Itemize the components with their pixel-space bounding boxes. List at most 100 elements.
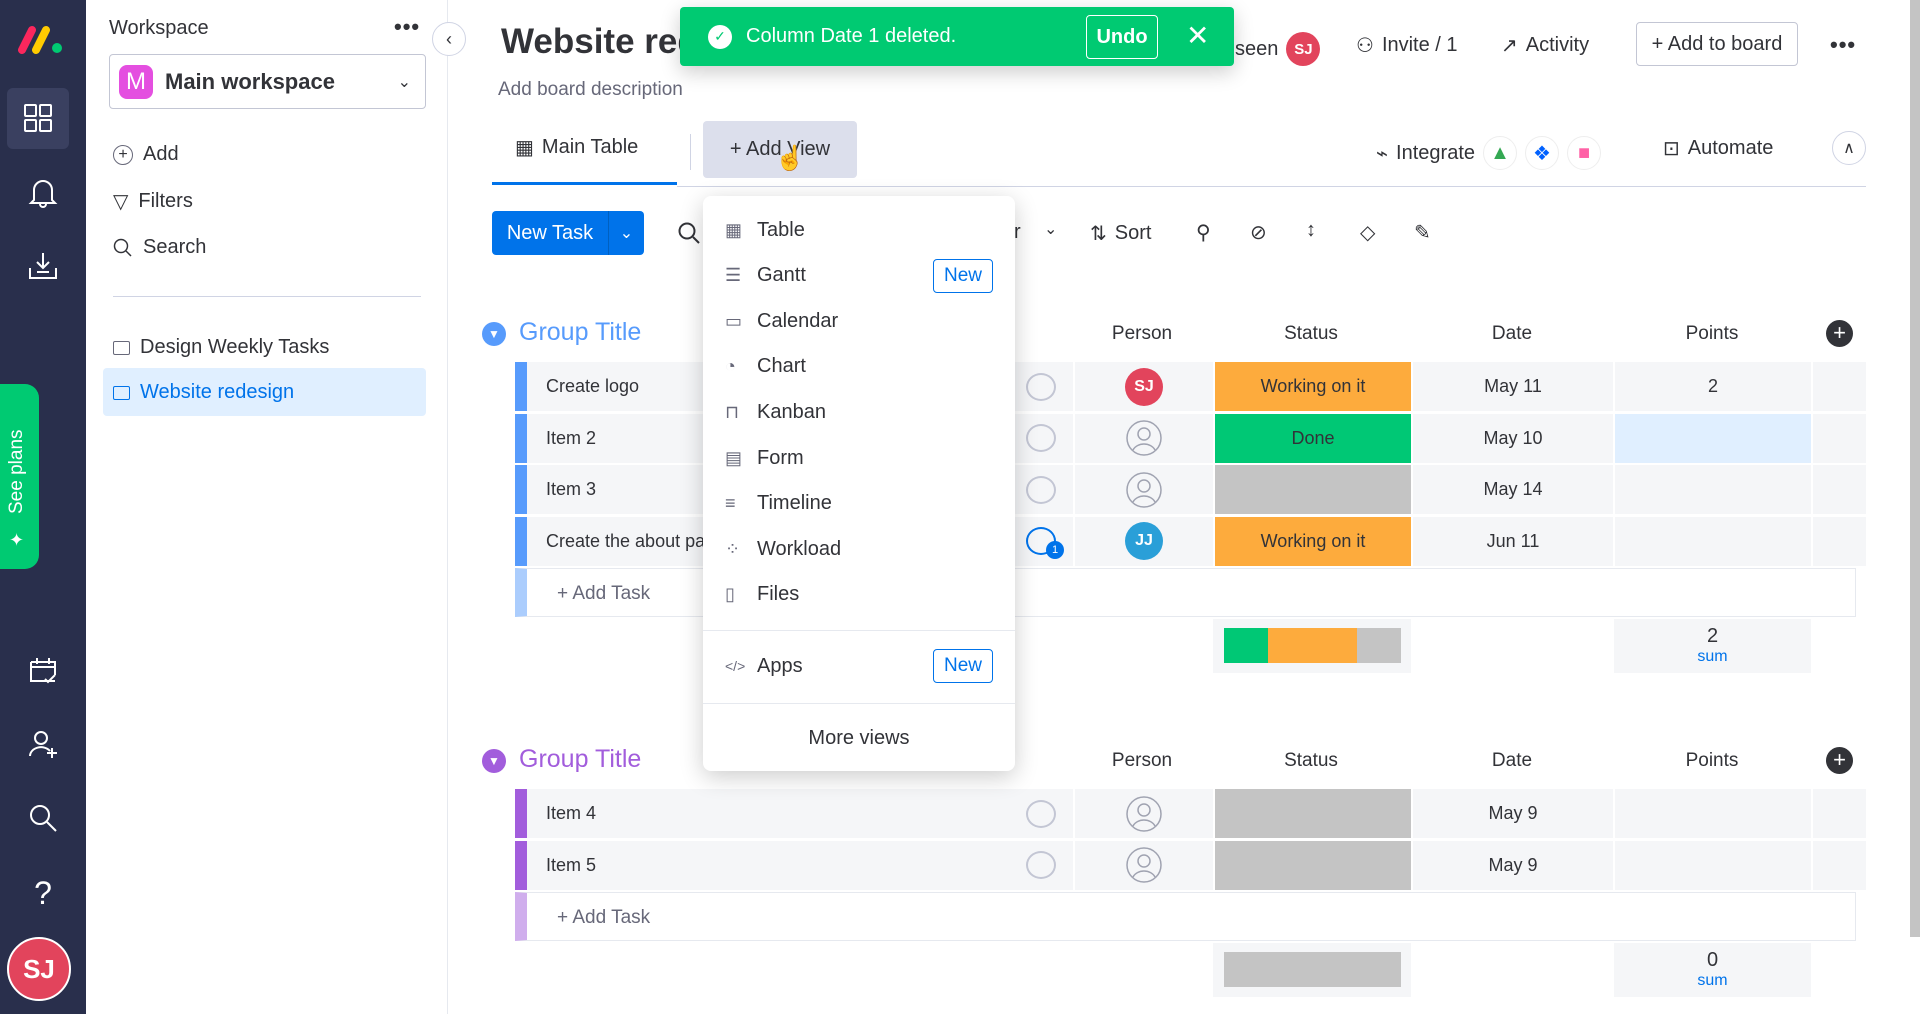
see-plans-button[interactable]: See plans ✦ xyxy=(0,384,39,569)
date-cell[interactable]: May 10 xyxy=(1411,413,1613,463)
item-name[interactable]: Item 5 xyxy=(546,855,596,876)
seen-indicator[interactable]: seen SJ xyxy=(1235,32,1321,66)
item-name[interactable]: Item 3 xyxy=(546,479,596,500)
chevron-down-icon[interactable]: ⌄ xyxy=(609,223,644,243)
status-cell[interactable]: Done xyxy=(1213,413,1411,463)
add-column-icon[interactable]: + xyxy=(1826,747,1853,774)
collapse-header-button[interactable]: ∧ xyxy=(1832,131,1866,165)
person-cell[interactable] xyxy=(1073,413,1213,463)
item-name[interactable]: Create logo xyxy=(546,376,639,397)
menu-item-chart[interactable]: ◔ Chart xyxy=(703,345,1015,389)
updates-button[interactable] xyxy=(1009,789,1073,838)
sidebar-filters[interactable]: ▽ Filters xyxy=(113,189,193,214)
add-task-row[interactable]: + Add Task xyxy=(515,892,1856,941)
activity-button[interactable]: ↗ Activity xyxy=(1501,33,1589,58)
calendar-check-icon[interactable] xyxy=(22,650,64,692)
date-cell[interactable]: Jun 11 xyxy=(1411,516,1613,566)
download-icon[interactable] xyxy=(22,245,64,287)
table-row[interactable]: Item 5 May 9 xyxy=(515,840,1866,890)
eye-off-icon[interactable]: ⊘ xyxy=(1250,220,1267,245)
pin-icon[interactable]: ⚲ xyxy=(1196,220,1211,245)
column-header-date[interactable]: Date xyxy=(1492,750,1532,772)
group-collapse-icon[interactable]: ▼ xyxy=(482,322,506,346)
menu-item-apps[interactable]: </> Apps New xyxy=(703,644,1015,688)
status-cell[interactable]: Working on it xyxy=(1213,362,1411,411)
menu-item-form[interactable]: ▤ Form xyxy=(703,436,1015,480)
board-more-icon[interactable]: ••• xyxy=(1830,32,1856,58)
column-header-date[interactable]: Date xyxy=(1492,323,1532,345)
bell-icon[interactable] xyxy=(22,171,64,213)
scrollbar[interactable] xyxy=(1910,0,1920,937)
table-row[interactable]: Item 4 May 9 xyxy=(515,789,1866,838)
person-cell[interactable]: SJ xyxy=(1073,362,1213,411)
status-summary-done[interactable] xyxy=(1224,628,1269,663)
updates-button[interactable]: 1 xyxy=(1009,516,1073,566)
updates-button[interactable] xyxy=(1009,413,1073,463)
date-cell[interactable]: May 9 xyxy=(1411,840,1613,890)
add-to-board-button[interactable]: + Add to board xyxy=(1636,22,1798,66)
item-name[interactable]: Create the about pa xyxy=(546,531,705,552)
updates-button[interactable] xyxy=(1009,362,1073,411)
workspace-selector[interactable]: M Main workspace ⌄ xyxy=(109,54,426,109)
row-height-icon[interactable]: ↕ xyxy=(1306,219,1316,242)
monday-logo[interactable] xyxy=(16,24,66,54)
group-collapse-icon[interactable]: ▼ xyxy=(482,749,506,773)
collapse-sidebar-button[interactable]: ‹ xyxy=(432,22,466,56)
menu-item-timeline[interactable]: ≡ Timeline xyxy=(703,482,1015,526)
user-avatar[interactable]: SJ xyxy=(7,937,71,1001)
menu-item-calendar[interactable]: ▭ Calendar xyxy=(703,299,1015,343)
person-cell[interactable] xyxy=(1073,840,1213,890)
status-summary-empty[interactable] xyxy=(1224,952,1401,987)
column-header-status[interactable]: Status xyxy=(1284,750,1338,772)
person-filter-partial[interactable]: r xyxy=(1014,221,1021,244)
item-name[interactable]: Item 4 xyxy=(546,803,596,824)
date-cell[interactable]: May 11 xyxy=(1411,362,1613,411)
tab-main-table[interactable]: ▦ Main Table xyxy=(515,135,638,160)
points-cell[interactable]: 2 xyxy=(1613,362,1811,411)
points-cell[interactable] xyxy=(1613,840,1811,890)
workspace-more-icon[interactable]: ••• xyxy=(394,14,420,40)
updates-button[interactable] xyxy=(1009,465,1073,514)
integrate-button[interactable]: ⌁ Integrate ▲ ❖ ■ xyxy=(1376,136,1601,170)
status-summary-empty[interactable] xyxy=(1356,628,1401,663)
person-cell[interactable] xyxy=(1073,789,1213,838)
person-cell[interactable]: JJ xyxy=(1073,516,1213,566)
search-icon[interactable] xyxy=(22,797,64,839)
column-header-status[interactable]: Status xyxy=(1284,323,1338,345)
sidebar-board-design-weekly-tasks[interactable]: Design Weekly Tasks xyxy=(113,336,329,359)
date-cell[interactable]: May 14 xyxy=(1411,465,1613,514)
group-title[interactable]: Group Title xyxy=(519,745,641,774)
points-cell[interactable] xyxy=(1613,413,1811,463)
search-icon[interactable] xyxy=(677,221,701,245)
sidebar-search[interactable]: Search xyxy=(113,236,206,259)
column-header-person[interactable]: Person xyxy=(1112,750,1172,772)
menu-item-workload[interactable]: ⁘ Workload xyxy=(703,527,1015,571)
sidebar-board-website-redesign[interactable]: Website redesign xyxy=(113,381,294,404)
points-cell[interactable] xyxy=(1613,465,1811,514)
menu-item-kanban[interactable]: ⊓ Kanban xyxy=(703,390,1015,434)
status-cell[interactable] xyxy=(1213,840,1411,890)
help-icon[interactable]: ? xyxy=(22,872,64,914)
paint-bucket-icon[interactable]: ◇ xyxy=(1360,220,1375,245)
sidebar-add[interactable]: + Add xyxy=(113,143,179,166)
menu-item-table[interactable]: ▦ Table xyxy=(703,208,1015,252)
status-cell[interactable] xyxy=(1213,465,1411,514)
points-cell[interactable] xyxy=(1613,516,1811,566)
chevron-down-icon[interactable]: ⌄ xyxy=(1044,219,1057,239)
close-icon[interactable]: ✕ xyxy=(1186,19,1209,52)
menu-item-gantt[interactable]: ☰ Gantt New xyxy=(703,254,1015,298)
edit-icon[interactable]: ✎ xyxy=(1414,220,1431,245)
menu-item-files[interactable]: ▯ Files xyxy=(703,573,1015,617)
automate-button[interactable]: ⊡ Automate xyxy=(1663,136,1773,161)
points-cell[interactable] xyxy=(1613,789,1811,838)
date-cell[interactable]: May 9 xyxy=(1411,789,1613,838)
column-header-points[interactable]: Points xyxy=(1686,750,1739,772)
person-add-icon[interactable] xyxy=(22,723,64,765)
status-cell[interactable]: Working on it xyxy=(1213,516,1411,566)
status-summary-working[interactable] xyxy=(1268,628,1357,663)
status-cell[interactable] xyxy=(1213,789,1411,838)
person-cell[interactable] xyxy=(1073,465,1213,514)
sort-button[interactable]: ⇅ Sort xyxy=(1090,221,1151,246)
group-title[interactable]: Group Title xyxy=(519,318,641,347)
invite-button[interactable]: ⚇ Invite / 1 xyxy=(1356,33,1458,58)
